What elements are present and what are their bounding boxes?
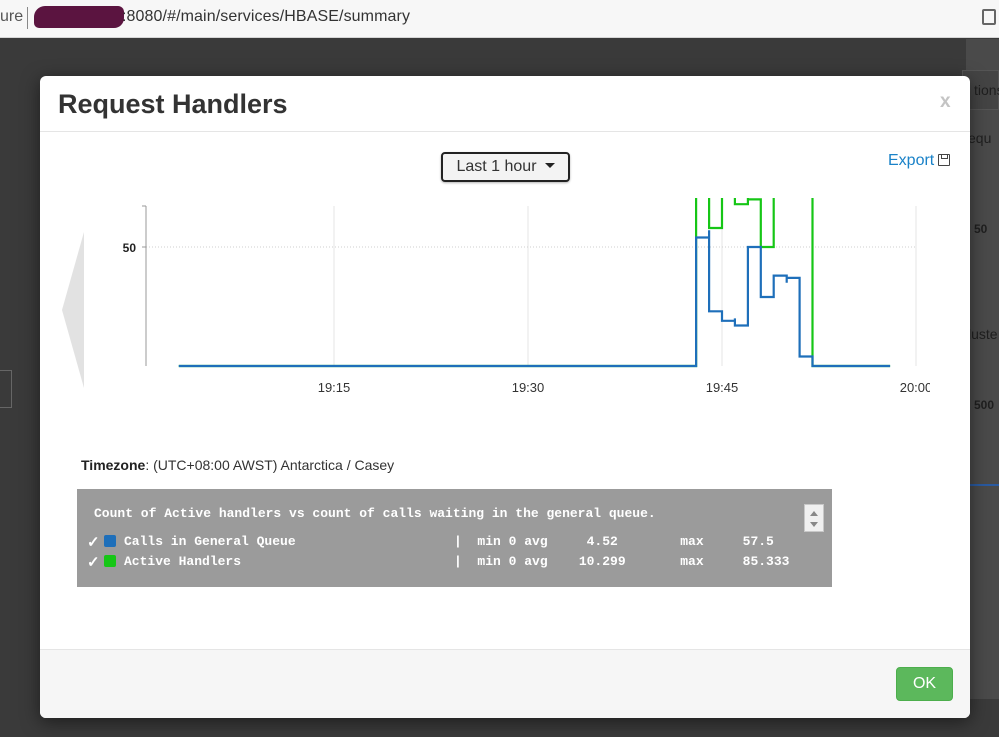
- background-label: 50: [974, 222, 988, 236]
- background-label: equ: [968, 130, 992, 146]
- scroll-up-icon[interactable]: [810, 511, 818, 516]
- time-range-dropdown[interactable]: Last 1 hour: [441, 152, 570, 182]
- legend-scrollbar[interactable]: [804, 504, 824, 532]
- x-tick-label: 19:45: [706, 380, 739, 395]
- background-label: tions: [974, 82, 999, 98]
- checkmark-icon[interactable]: ✓: [87, 553, 100, 572]
- export-label: Export: [888, 152, 935, 169]
- x-tick-label: 19:15: [318, 380, 351, 395]
- background-label: 500: [974, 398, 995, 412]
- timezone-label: Timezone: [81, 457, 146, 473]
- timezone-value: : (UTC+08:00 AWST) Antarctica / Casey: [145, 457, 395, 473]
- chart-legend: Count of Active handlers vs count of cal…: [77, 489, 832, 587]
- redacted-host: [34, 6, 124, 28]
- modal-header: Request Handlers x: [40, 76, 970, 132]
- address-prefix: ure: [0, 8, 24, 25]
- legend-caption: Count of Active handlers vs count of cal…: [94, 506, 656, 521]
- save-icon: [938, 154, 951, 166]
- modal-footer: OK: [40, 649, 970, 718]
- address-separator: [27, 7, 28, 29]
- background-chart-line: [970, 484, 999, 486]
- legend-series-stats: | min 0 avg 4.52 max 57.5: [454, 534, 774, 549]
- legend-series-stats: | min 0 avg 10.299 max 85.333: [454, 554, 790, 569]
- timezone: Timezone: (UTC+08:00 AWST) Antarctica / …: [81, 457, 394, 473]
- address-url[interactable]: :8080/#/main/services/HBASE/summary: [122, 8, 410, 26]
- browser-address-bar[interactable]: ure :8080/#/main/services/HBASE/summary: [0, 0, 999, 38]
- x-tick-label: 20:00: [900, 380, 930, 395]
- legend-row[interactable]: ✓ Active Handlers | min 0 avg 10.299 max…: [87, 553, 789, 572]
- legend-series-name: Active Handlers: [124, 554, 242, 569]
- scroll-down-icon[interactable]: [810, 522, 818, 527]
- x-tick-label: 19:30: [512, 380, 545, 395]
- request-handlers-chart: 50 19:15 19:30 19:45 20:00: [123, 198, 930, 395]
- series-line: [178, 198, 891, 368]
- legend-row[interactable]: ✓ Calls in General Queue | min 0 avg 4.5…: [87, 533, 774, 552]
- close-icon[interactable]: x: [940, 91, 951, 113]
- background-tab: [0, 370, 12, 408]
- y-tick-label: 50: [123, 241, 137, 255]
- time-range-label: Last 1 hour: [456, 158, 537, 175]
- caret-down-icon: [544, 163, 555, 168]
- request-handlers-modal: Request Handlers x Last 1 hour Export 50…: [40, 76, 970, 718]
- series-line: [178, 230, 891, 368]
- series-swatch: [104, 535, 116, 547]
- ok-button[interactable]: OK: [896, 667, 953, 701]
- modal-title: Request Handlers: [58, 89, 288, 119]
- legend-series-name: Calls in General Queue: [124, 534, 296, 549]
- series-swatch: [104, 555, 116, 567]
- checkmark-icon[interactable]: ✓: [87, 533, 100, 552]
- share-icon[interactable]: [982, 9, 996, 25]
- background-label: luste: [968, 326, 998, 342]
- previous-arrow[interactable]: [62, 232, 84, 388]
- export-button[interactable]: Export: [888, 152, 951, 170]
